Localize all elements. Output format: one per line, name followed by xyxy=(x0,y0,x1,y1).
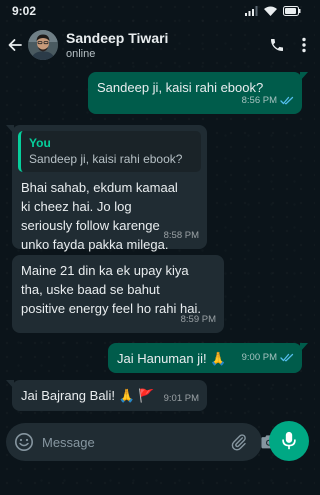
battery-icon xyxy=(283,6,301,16)
message-composer xyxy=(6,423,277,461)
message-time: 8:56 PM xyxy=(241,95,277,106)
message-text: Bhai sahab, ekdum kamaal ki cheez hai. J… xyxy=(21,180,178,252)
message-outgoing[interactable]: Jai Hanuman ji! 🙏 9:00 PM xyxy=(108,343,308,373)
contact-info[interactable]: Sandeep Tiwari online xyxy=(66,30,269,61)
message-time: 8:59 PM xyxy=(180,314,216,325)
message-time: 8:58 PM xyxy=(163,230,199,241)
more-options-button[interactable] xyxy=(301,37,307,53)
double-check-icon xyxy=(280,353,294,362)
message-incoming[interactable]: Jai Bajrang Bali! 🙏 🚩 9:01 PM xyxy=(6,380,207,411)
chat-header: Sandeep Tiwari online xyxy=(0,22,315,68)
contact-status: online xyxy=(66,47,96,60)
bubble-tail xyxy=(300,343,308,352)
phone-icon xyxy=(271,39,283,51)
message-meta: 8:59 PM xyxy=(181,310,216,329)
microphone-icon xyxy=(282,431,296,450)
back-arrow-icon xyxy=(8,39,22,51)
header-actions xyxy=(269,37,307,53)
message-outgoing[interactable]: Sandeep ji, kaisi rahi ebook? 8:56 PM xyxy=(88,72,308,114)
quoted-message[interactable]: You Sandeep ji, kaisi rahi ebook? xyxy=(18,131,201,172)
emoji-icon xyxy=(15,433,33,451)
bubble-tail xyxy=(300,72,308,81)
emoji-button[interactable] xyxy=(14,431,34,453)
message-time: 9:00 PM xyxy=(241,352,277,363)
navigation-bar xyxy=(0,470,315,495)
status-time: 9:02 xyxy=(12,4,37,18)
double-check-icon xyxy=(280,96,294,105)
status-icons xyxy=(245,6,301,16)
avatar[interactable] xyxy=(28,30,58,60)
message-text: Maine 21 din ka ek upay kiya tha, uske b… xyxy=(21,263,201,316)
attach-button[interactable] xyxy=(230,433,248,451)
back-button[interactable] xyxy=(6,36,24,54)
status-bar: 9:02 xyxy=(0,0,315,22)
quote-author: You xyxy=(29,136,51,150)
message-incoming[interactable]: Maine 21 din ka ek upay kiya tha, uske b… xyxy=(12,255,224,333)
message-meta: 8:56 PM xyxy=(242,91,294,110)
contact-name: Sandeep Tiwari xyxy=(66,29,169,46)
quote-text: Sandeep ji, kaisi rahi ebook? xyxy=(29,152,183,166)
paperclip-icon xyxy=(231,434,246,451)
bubble-tail xyxy=(6,125,14,134)
chat-screen: 9:02 Sandeep Tiwari online Sandeep ji, k… xyxy=(0,0,315,495)
message-meta: 9:01 PM xyxy=(164,389,199,408)
message-meta: 8:58 PM xyxy=(164,226,199,245)
message-incoming[interactable]: You Sandeep ji, kaisi rahi ebook? Bhai s… xyxy=(6,125,207,252)
wifi-icon xyxy=(264,6,277,16)
message-meta: 9:00 PM xyxy=(242,348,294,367)
message-input[interactable] xyxy=(42,434,218,450)
message-time: 9:01 PM xyxy=(163,393,199,404)
voice-message-button[interactable] xyxy=(269,421,309,461)
more-vertical-icon xyxy=(302,37,306,53)
avatar-photo xyxy=(28,30,58,60)
signal-icon xyxy=(245,6,258,16)
bubble-tail xyxy=(6,380,14,389)
voice-call-button[interactable] xyxy=(269,37,285,53)
